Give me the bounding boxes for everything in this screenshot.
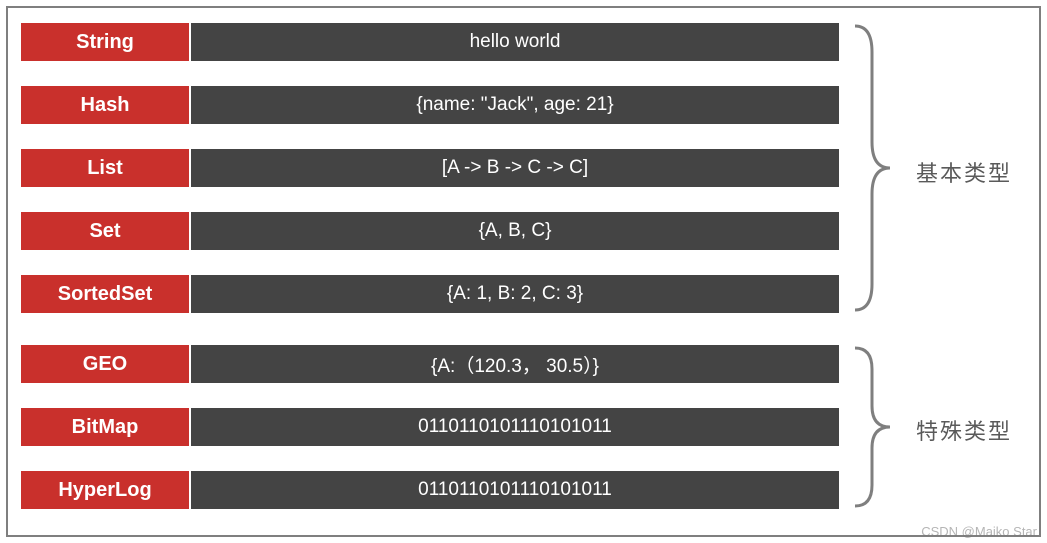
table-row: HyperLog 0110110101110101011 bbox=[20, 470, 840, 510]
brace-special-icon bbox=[850, 344, 900, 510]
table-row: Hash {name: "Jack", age: 21} bbox=[20, 85, 840, 125]
type-value: 0110110101110101011 bbox=[190, 470, 840, 510]
table-row: List [A -> B -> C -> C] bbox=[20, 148, 840, 188]
table-row: Set {A, B, C} bbox=[20, 211, 840, 251]
type-label: SortedSet bbox=[20, 274, 190, 314]
type-label: BitMap bbox=[20, 407, 190, 447]
group-label-basic: 基本类型 bbox=[916, 156, 1012, 188]
type-value: {name: "Jack", age: 21} bbox=[190, 85, 840, 125]
type-value: {A, B, C} bbox=[190, 211, 840, 251]
type-value: {A:（120.3， 30.5）} bbox=[190, 344, 840, 384]
type-label: List bbox=[20, 148, 190, 188]
rows-container: String hello world Hash {name: "Jack", a… bbox=[20, 22, 840, 510]
type-value: 0110110101110101011 bbox=[190, 407, 840, 447]
type-label: String bbox=[20, 22, 190, 62]
type-value: {A: 1, B: 2, C: 3} bbox=[190, 274, 840, 314]
watermark-text: CSDN @Maiko Star bbox=[921, 524, 1037, 539]
table-row: GEO {A:（120.3， 30.5）} bbox=[20, 344, 840, 384]
group-label-special: 特殊类型 bbox=[916, 414, 1012, 446]
table-row: BitMap 0110110101110101011 bbox=[20, 407, 840, 447]
type-label: Hash bbox=[20, 85, 190, 125]
type-label: HyperLog bbox=[20, 470, 190, 510]
type-value: [A -> B -> C -> C] bbox=[190, 148, 840, 188]
table-row: String hello world bbox=[20, 22, 840, 62]
table-row: SortedSet {A: 1, B: 2, C: 3} bbox=[20, 274, 840, 314]
diagram-frame: String hello world Hash {name: "Jack", a… bbox=[6, 6, 1041, 537]
type-label: Set bbox=[20, 211, 190, 251]
brace-basic-icon bbox=[850, 22, 900, 314]
type-label: GEO bbox=[20, 344, 190, 384]
type-value: hello world bbox=[190, 22, 840, 62]
